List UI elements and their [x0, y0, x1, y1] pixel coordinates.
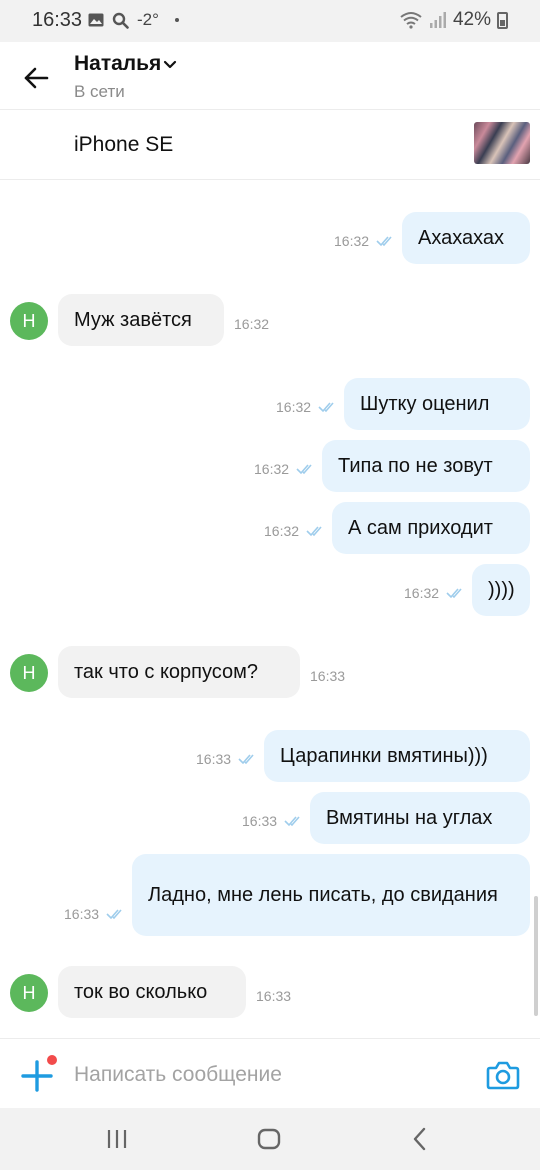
read-ticks-icon	[238, 754, 254, 765]
message-text: Ладно, мне лень писать, до свидания	[148, 884, 498, 906]
back-arrow-icon[interactable]	[20, 62, 52, 94]
listing-thumbnail[interactable]	[474, 122, 530, 164]
message-time: 16:32	[254, 461, 290, 477]
listing-title[interactable]: iPhone SE	[74, 133, 173, 157]
recent-apps-icon[interactable]	[102, 1124, 132, 1154]
battery-percent: 42%	[452, 9, 491, 30]
message-bubble-outgoing[interactable]: Царапинки вмятины)))	[264, 730, 530, 782]
message-bubble-incoming[interactable]: Муж завётся	[58, 294, 224, 346]
message-text: ток во сколько	[74, 980, 208, 1003]
contact-name[interactable]: Наталья	[74, 52, 161, 76]
home-icon[interactable]	[254, 1124, 284, 1154]
message-input[interactable]	[74, 1057, 454, 1093]
message-text: ))))	[488, 578, 515, 601]
message-bubble-outgoing[interactable]: Ладно, мне лень писать, до свидания	[132, 854, 530, 936]
message-time: 16:32	[276, 399, 312, 415]
nav-back-icon[interactable]	[406, 1124, 436, 1154]
message-text: так что с корпусом?	[74, 660, 259, 683]
listing-bar[interactable]: iPhone SE	[0, 110, 540, 180]
read-ticks-icon	[318, 402, 334, 413]
status-bar: 16:33 -2° 42%	[0, 0, 540, 42]
message-bubble-outgoing[interactable]: Типа по не зовут	[322, 440, 530, 492]
message-bubble-incoming[interactable]: ток во сколько	[58, 966, 246, 1018]
status-icons-right: 42%	[399, 9, 508, 31]
status-icons-left: -2°	[88, 10, 179, 30]
message-text: Шутку оценил	[360, 392, 490, 415]
message-bubble-outgoing[interactable]: Шутку оценил	[344, 378, 530, 430]
message-text: Муж завётся	[74, 308, 192, 331]
notification-dot-icon	[174, 18, 179, 22]
message-bubble-outgoing[interactable]: Ахахахах	[402, 212, 530, 264]
message-bubble-incoming[interactable]: так что с корпусом?	[58, 646, 300, 698]
status-temperature: -2°	[137, 10, 159, 29]
message-text: Типа по не зовут	[338, 454, 493, 477]
chat-header: Наталья В сети	[0, 42, 540, 110]
message-bubble-outgoing[interactable]: Вмятины на углах	[310, 792, 530, 844]
contact-status: В сети	[74, 82, 125, 101]
system-navigation-bar	[0, 1108, 540, 1170]
wifi-icon	[400, 12, 422, 29]
message-time: 16:32	[404, 585, 440, 601]
status-time: 16:33	[32, 9, 83, 31]
message-bubble-outgoing[interactable]: А сам приходит	[332, 502, 530, 554]
message-list[interactable]: 16:32 Ахахахах Н Муж завётся 16:32 16:32…	[0, 180, 540, 1038]
message-time: 16:33	[196, 751, 232, 767]
chevron-down-icon[interactable]	[162, 56, 178, 72]
message-text: А сам приходит	[348, 516, 493, 539]
read-ticks-icon	[106, 909, 122, 920]
read-ticks-icon	[284, 816, 300, 827]
search-icon	[112, 12, 129, 29]
message-bubble-outgoing[interactable]: ))))	[472, 564, 530, 616]
image-icon	[88, 13, 104, 27]
message-time: 16:33	[242, 813, 278, 829]
message-text: Вмятины на углах	[326, 806, 493, 829]
notification-badge	[47, 1055, 57, 1065]
avatar[interactable]: Н	[10, 974, 48, 1012]
message-time: 16:32	[234, 316, 270, 332]
avatar[interactable]: Н	[10, 654, 48, 692]
camera-icon[interactable]	[486, 1059, 520, 1091]
message-text: Царапинки вмятины)))	[280, 744, 488, 767]
message-time: 16:32	[264, 523, 300, 539]
read-ticks-icon	[306, 526, 322, 537]
message-composer	[0, 1038, 540, 1108]
message-time: 16:33	[64, 906, 100, 922]
signal-icon	[429, 12, 446, 28]
message-time: 16:32	[334, 233, 370, 249]
battery-icon	[497, 11, 508, 29]
message-time: 16:33	[256, 988, 292, 1004]
avatar[interactable]: Н	[10, 302, 48, 340]
read-ticks-icon	[376, 236, 392, 247]
message-text: Ахахахах	[418, 226, 505, 249]
message-time: 16:33	[310, 668, 346, 684]
read-ticks-icon	[296, 464, 312, 475]
scrollbar[interactable]	[534, 896, 538, 1016]
read-ticks-icon	[446, 588, 462, 599]
